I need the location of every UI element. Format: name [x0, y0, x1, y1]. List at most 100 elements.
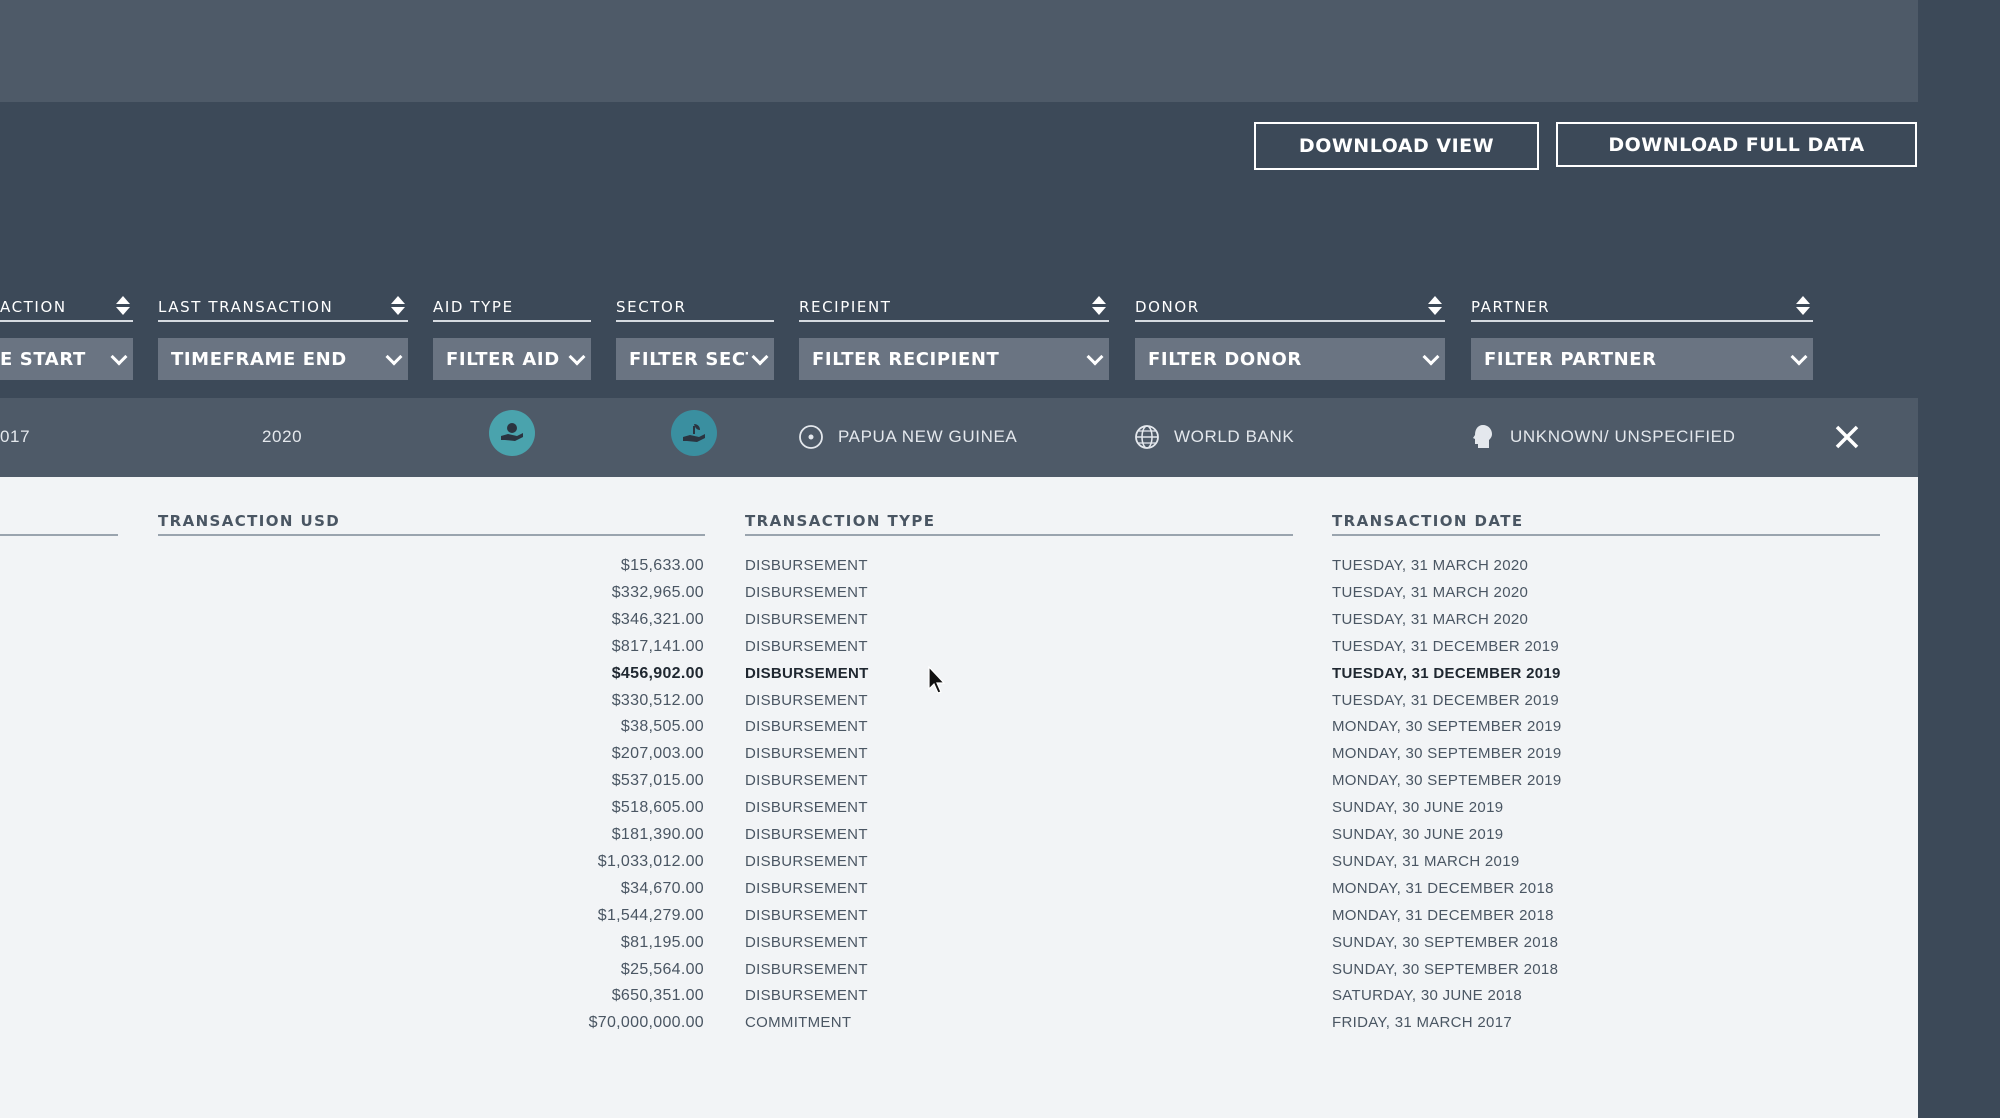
chevron-down-icon: [1419, 338, 1445, 380]
transaction-usd-cell: $81,195.00: [620, 933, 704, 951]
table-header-usd[interactable]: TRANSACTION USD: [158, 512, 705, 536]
table-row[interactable]: $81,195.00 DISBURSEMENT SUNDAY, 30 SEPTEMB…: [0, 932, 1918, 959]
transaction-date-cell: TUESDAY, 31 MARCH 2020: [1332, 610, 1529, 628]
transaction-type-cell: DISBURSEMENT: [745, 799, 868, 817]
table-row[interactable]: $15,633.00 DISBURSEMENT TUESDAY, 31 MARCH …: [0, 555, 1918, 582]
table-header-date[interactable]: TRANSACTION DATE: [1332, 512, 1880, 536]
transaction-date-cell: TUESDAY, 31 MARCH 2020: [1332, 583, 1529, 601]
sort-icon[interactable]: [115, 296, 131, 318]
transaction-type-cell: DISBURSEMENT: [745, 852, 868, 870]
column-label: DONOR: [1135, 298, 1200, 316]
transaction-type-cell: DISBURSEMENT: [745, 610, 868, 628]
select-value: FILTER AID T: [446, 348, 565, 370]
right-gutter: [1918, 0, 2000, 1118]
transaction-date-cell: SATURDAY, 30 JUNE 2018: [1332, 987, 1523, 1005]
mouse-cursor-icon: [928, 665, 948, 696]
transaction-type-cell: DISBURSEMENT: [745, 906, 868, 924]
transaction-date-cell: SUNDAY, 31 MARCH 2019: [1332, 852, 1520, 870]
transaction-date-cell: MONDAY, 30 SEPTEMBER 2019: [1332, 745, 1562, 763]
timeframe-start-select[interactable]: E START: [0, 338, 133, 380]
globe-icon: [1134, 424, 1160, 450]
transaction-type-cell: DISBURSEMENT: [745, 879, 868, 897]
column-label: RECIPIENT: [799, 298, 892, 316]
aid-type-filter-select[interactable]: FILTER AID T: [433, 338, 591, 380]
chevron-down-icon: [565, 338, 591, 380]
download-full-data-button[interactable]: DOWNLOAD FULL DATA: [1556, 122, 1917, 167]
chevron-down-icon: [382, 338, 408, 380]
table-row[interactable]: $330,512.00 DISBURSEMENT TUESDAY, 31 DECEM…: [0, 690, 1918, 717]
table-row[interactable]: $181,390.00 DISBURSEMENT SUNDAY, 30 JUNE 2…: [0, 824, 1918, 851]
column-label: ACTION: [0, 298, 67, 316]
sort-icon[interactable]: [1795, 296, 1811, 318]
table-header-blank: [0, 512, 118, 536]
chevron-down-icon: [1083, 338, 1109, 380]
transaction-usd-cell: $34,670.00: [620, 879, 704, 897]
table-row[interactable]: $650,351.00 DISBURSEMENT SATURDAY, 30 JUNE…: [0, 985, 1918, 1012]
recipient-filter-select[interactable]: FILTER RECIPIENT: [799, 338, 1109, 380]
transaction-usd-cell: $650,351.00: [611, 987, 704, 1005]
transaction-usd-cell: $817,141.00: [611, 637, 704, 655]
table-row[interactable]: $817,141.00 DISBURSEMENT TUESDAY, 31 DECEM…: [0, 636, 1918, 663]
aid-type-hand-coin-icon: [489, 410, 535, 456]
table-row[interactable]: $34,670.00 DISBURSEMENT MONDAY, 31 DECEMBE…: [0, 878, 1918, 905]
table-row[interactable]: $207,003.00 DISBURSEMENT MONDAY, 30 SEPTEM…: [0, 743, 1918, 770]
transaction-date-cell: TUESDAY, 31 MARCH 2020: [1332, 557, 1529, 574]
transaction-usd-cell: $518,605.00: [611, 799, 704, 817]
partner-filter-select[interactable]: FILTER PARTNER: [1471, 338, 1813, 380]
sort-icon[interactable]: [390, 296, 406, 318]
select-value: FILTER SECT: [629, 348, 748, 370]
sector-filter-select[interactable]: FILTER SECT: [616, 338, 774, 380]
table-row[interactable]: $70,000,000.00 COMMITMENT FRIDAY, 31 MARCH…: [0, 1012, 1918, 1039]
column-header-first-transaction[interactable]: ACTION: [0, 296, 133, 322]
transaction-usd-cell: $537,015.00: [611, 772, 704, 790]
transaction-date-cell: SUNDAY, 30 SEPTEMBER 2018: [1332, 960, 1559, 978]
transaction-type-cell: DISBURSEMENT: [745, 664, 869, 682]
transaction-date-cell: TUESDAY, 31 DECEMBER 2019: [1332, 664, 1561, 682]
download-view-button[interactable]: DOWNLOAD VIEW: [1254, 122, 1539, 170]
transaction-type-cell: DISBURSEMENT: [745, 583, 868, 601]
first-transaction-year: 017: [0, 427, 31, 446]
column-label: LAST TRANSACTION: [158, 298, 334, 316]
column-header-aid-type: AID TYPE: [433, 296, 591, 322]
sort-icon[interactable]: [1427, 296, 1443, 318]
column-label: PARTNER: [1471, 298, 1551, 316]
timeframe-end-select[interactable]: TIMEFRAME END: [158, 338, 408, 380]
table-row[interactable]: $456,902.00 DISBURSEMENT TUESDAY, 31 DECEM…: [0, 663, 1918, 690]
column-header-donor[interactable]: DONOR: [1135, 296, 1445, 322]
table-row[interactable]: $38,505.00 DISBURSEMENT MONDAY, 30 SEPTEMB…: [0, 716, 1918, 743]
chevron-down-icon: [748, 338, 774, 380]
table-row[interactable]: $537,015.00 DISBURSEMENT MONDAY, 30 SEPTEM…: [0, 770, 1918, 797]
transaction-type-cell: DISBURSEMENT: [745, 691, 868, 709]
transaction-type-cell: DISBURSEMENT: [745, 772, 868, 790]
transaction-date-cell: MONDAY, 31 DECEMBER 2018: [1332, 879, 1554, 897]
recipient-target-icon: [798, 424, 824, 450]
active-recipient: PAPUA NEW GUINEA: [838, 427, 1018, 446]
transaction-date-cell: FRIDAY, 31 MARCH 2017: [1332, 1014, 1512, 1032]
table-row[interactable]: $332,965.00 DISBURSEMENT TUESDAY, 31 MARCH…: [0, 582, 1918, 609]
table-row[interactable]: $1,033,012.00 DISBURSEMENT SUNDAY, 31 MARC…: [0, 851, 1918, 878]
transaction-type-cell: DISBURSEMENT: [745, 718, 868, 736]
table-row[interactable]: $25,564.00 DISBURSEMENT SUNDAY, 30 SEPTEMB…: [0, 959, 1918, 986]
close-icon[interactable]: [1832, 422, 1862, 452]
column-header-partner[interactable]: PARTNER: [1471, 296, 1813, 322]
select-value: FILTER RECIPIENT: [812, 348, 1000, 370]
transaction-type-cell: DISBURSEMENT: [745, 557, 868, 574]
transaction-usd-cell: $1,544,279.00: [597, 906, 704, 924]
transaction-usd-cell: $330,512.00: [611, 691, 704, 709]
transaction-usd-cell: $25,564.00: [620, 960, 704, 978]
table-row[interactable]: $346,321.00 DISBURSEMENT TUESDAY, 31 MARCH…: [0, 609, 1918, 636]
transaction-type-cell: COMMITMENT: [745, 1014, 852, 1032]
sort-icon[interactable]: [1091, 296, 1107, 318]
transaction-date-cell: SUNDAY, 30 JUNE 2019: [1332, 826, 1504, 843]
select-value: FILTER DONOR: [1148, 348, 1302, 370]
table-row[interactable]: $1,544,279.00 DISBURSEMENT MONDAY, 31 DECE…: [0, 905, 1918, 932]
select-value: FILTER PARTNER: [1484, 348, 1657, 370]
column-header-recipient[interactable]: RECIPIENT: [799, 296, 1109, 322]
donor-filter-select[interactable]: FILTER DONOR: [1135, 338, 1445, 380]
top-band: [0, 0, 1918, 102]
table-row[interactable]: $518,605.00 DISBURSEMENT SUNDAY, 30 JUNE 2…: [0, 797, 1918, 824]
column-header-last-transaction[interactable]: LAST TRANSACTION: [158, 296, 408, 322]
transaction-type-cell: DISBURSEMENT: [745, 826, 868, 843]
transaction-type-cell: DISBURSEMENT: [745, 987, 868, 1005]
table-header-type[interactable]: TRANSACTION TYPE: [745, 512, 1293, 536]
